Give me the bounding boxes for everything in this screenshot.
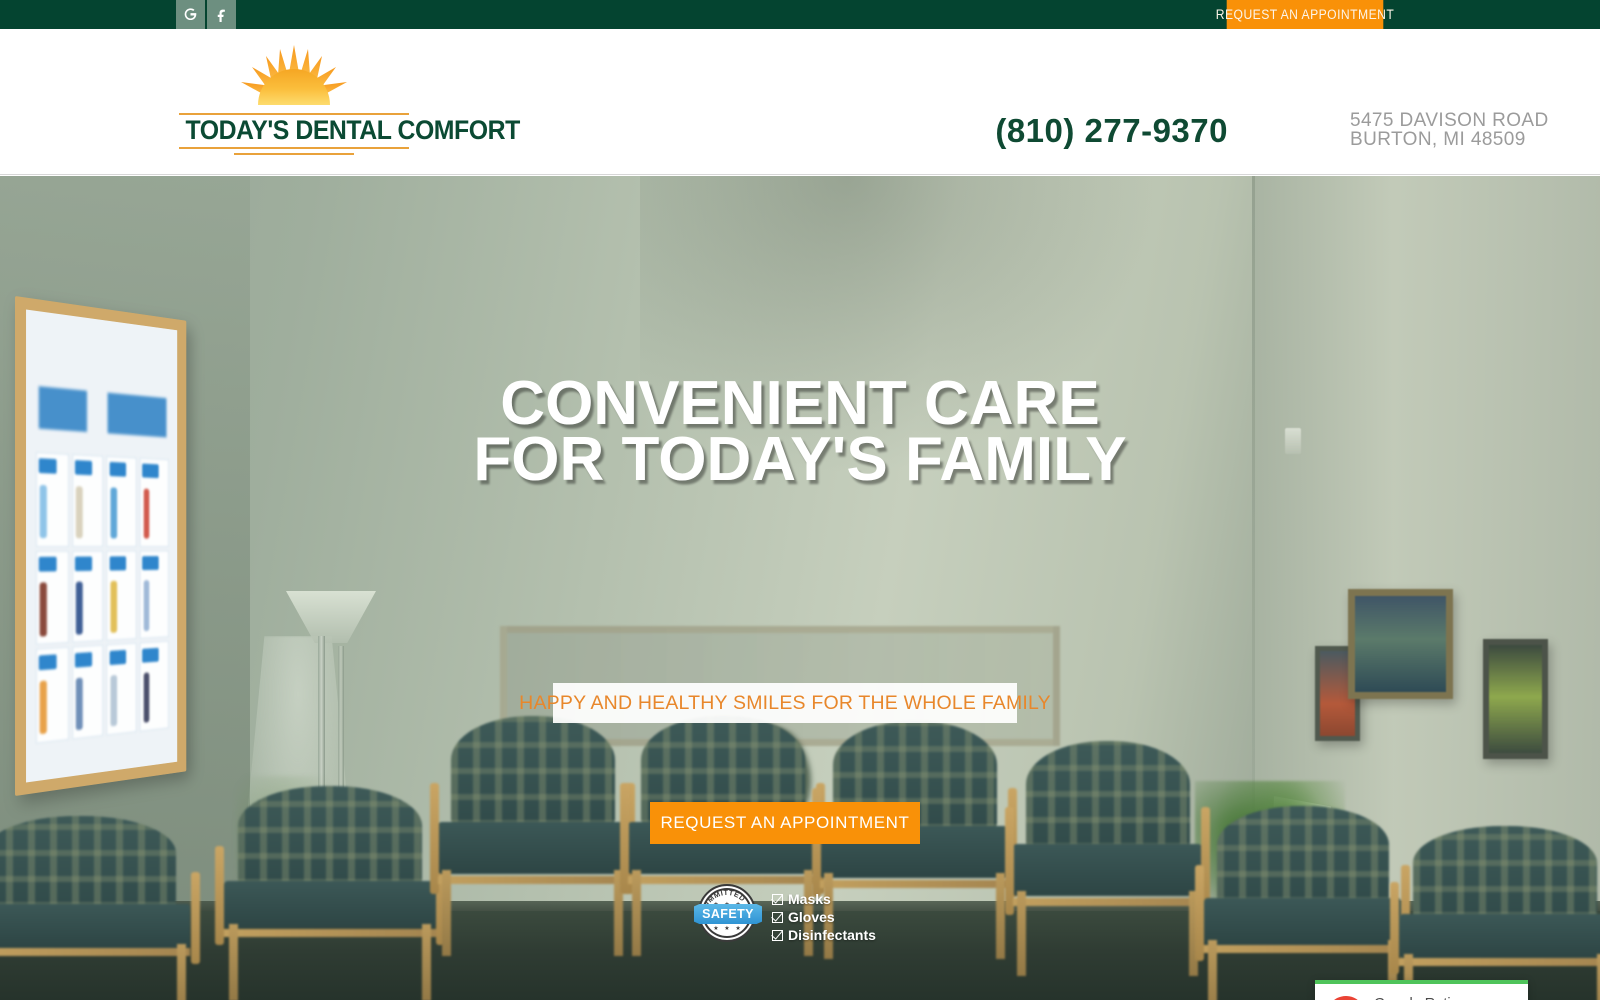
checkbox-checked-icon	[772, 911, 783, 923]
google-logo-icon	[1324, 994, 1368, 1000]
hero-title-line-1: CONVENIENT CARE	[500, 369, 1100, 438]
hero-title: CONVENIENT CARE FOR TODAY'S FAMILY	[0, 369, 1600, 494]
hero-content: CONVENIENT CARE FOR TODAY'S FAMILY HAPPY…	[0, 176, 1600, 1000]
logo-rule-mid	[179, 147, 409, 149]
hero-subtitle: HAPPY AND HEALTHY SMILES FOR THE WHOLE F…	[519, 683, 1051, 723]
top-request-appointment-button[interactable]: REQUEST AN APPOINTMENT	[1216, 0, 1394, 29]
site-logo[interactable]: TODAY'S DENTAL COMFORT	[176, 43, 520, 158]
sunrise-icon	[241, 45, 347, 105]
google-rating-label: Google Rating	[1374, 995, 1506, 1000]
hero-section: CONVENIENT CARE FOR TODAY'S FAMILY HAPPY…	[0, 176, 1600, 1000]
safety-item: Gloves	[772, 909, 876, 925]
google-rating-body: Google Rating 4.9	[1368, 995, 1506, 1000]
safety-item: Disinfectants	[772, 927, 876, 943]
top-bar: REQUEST AN APPOINTMENT	[0, 0, 1600, 29]
badge-stars-bottom: ★ ★ ★	[713, 926, 743, 932]
hero-request-appointment-button[interactable]: REQUEST AN APPOINTMENT	[650, 802, 920, 844]
checkbox-checked-icon	[772, 929, 783, 941]
safety-badge-icon: COMMITTED TO ★ ★ ★ ★ ★ ★ SAFETY	[694, 883, 762, 949]
hero-title-line-2: FOR TODAY'S FAMILY	[473, 425, 1127, 494]
logo-rule-bottom	[234, 153, 354, 155]
google-social-button[interactable]	[176, 0, 205, 29]
facebook-social-button[interactable]	[207, 0, 236, 29]
safety-item-list: Masks Gloves Disinfectants	[772, 889, 876, 943]
safety-item: Masks	[772, 891, 876, 907]
checkbox-checked-icon	[772, 893, 783, 905]
safety-commitment: COMMITTED TO ★ ★ ★ ★ ★ ★ SAFETY Masks Gl…	[694, 882, 914, 950]
site-header: TODAY'S DENTAL COMFORT (810) 277-9370 54…	[0, 29, 1600, 175]
safety-item-label: Disinfectants	[788, 927, 876, 943]
facebook-icon	[217, 9, 225, 22]
google-icon	[184, 8, 197, 20]
safety-item-label: Masks	[788, 891, 831, 907]
social-links	[176, 0, 236, 29]
safety-badge-ribbon: SAFETY	[694, 904, 762, 924]
google-rating-card[interactable]: Google Rating 4.9	[1315, 980, 1528, 1000]
header-phone[interactable]: (810) 277-9370	[995, 111, 1228, 151]
logo-wordmark: TODAY'S DENTAL COMFORT	[185, 115, 520, 145]
safety-item-label: Gloves	[788, 909, 835, 925]
